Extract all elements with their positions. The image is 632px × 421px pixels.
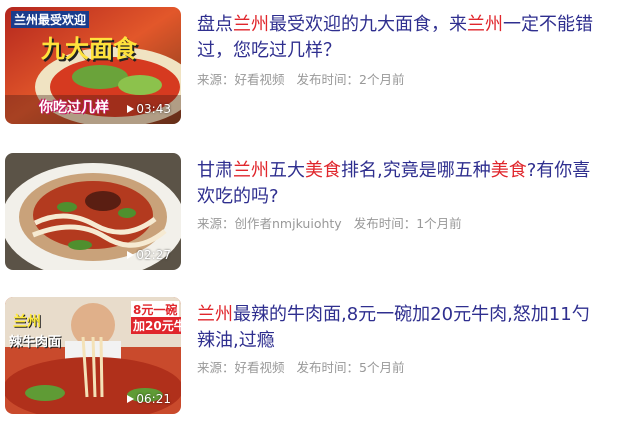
title-keyword-highlight: 兰州 — [233, 160, 269, 181]
video-thumbnail[interactable]: 兰州 辣牛肉面 8元一碗 加20元牛 06:21 — [5, 297, 181, 414]
video-result-item: 02:27 甘肃兰州五大美食排名,究竟是哪五种美食?有你喜欢吃的吗? 来源：创作… — [0, 153, 632, 271]
title-text: 盘点 — [197, 14, 233, 35]
video-meta: 来源：好看视频 发布时间：2个月前 — [197, 72, 404, 88]
play-icon — [127, 105, 135, 113]
title-keyword-highlight: 美食 — [490, 160, 527, 181]
title-keyword-highlight: 兰州 — [233, 14, 269, 35]
play-icon — [127, 395, 135, 403]
video-duration: 02:27 — [127, 248, 171, 262]
video-source: 来源：好看视频 — [197, 72, 285, 87]
thumb-caption-top: 兰州最受欢迎 — [11, 11, 90, 28]
video-publish-time: 发布时间：1个月前 — [353, 216, 462, 231]
video-publish-time: 发布时间：2个月前 — [296, 72, 405, 87]
title-text: 排名,究竟是哪五种 — [341, 160, 491, 181]
thumb-caption-right-2: 加20元牛 — [131, 317, 181, 334]
video-title-link[interactable]: 兰州最辣的牛肉面,8元一碗加20元牛肉,怒加11勺辣油,过瘾 — [197, 302, 597, 354]
video-source: 来源：好看视频 — [197, 360, 285, 375]
thumb-caption-left-2: 辣牛肉面 — [9, 335, 62, 350]
thumb-caption-main: 九大面食 — [41, 35, 137, 63]
video-publish-time: 发布时间：5个月前 — [296, 360, 405, 375]
video-result-item: 兰州 辣牛肉面 8元一碗 加20元牛 06:21 兰州最辣的牛肉面,8元一碗加2… — [0, 297, 632, 415]
video-meta: 来源：好看视频 发布时间：5个月前 — [197, 360, 404, 376]
video-result-list: 兰州最受欢迎 九大面食 你吃过几样 03:43 盘点兰州最受欢迎的九大面食，来兰… — [0, 0, 632, 421]
title-text: 甘肃 — [197, 160, 233, 181]
video-duration: 03:43 — [127, 102, 171, 116]
title-text: 最辣的牛肉面,8元一碗加20元牛肉,怒加11勺辣油,过瘾 — [197, 304, 590, 351]
video-title-link[interactable]: 盘点兰州最受欢迎的九大面食，来兰州一定不能错过，您吃过几样？ — [197, 12, 597, 64]
thumb-caption-left-1: 兰州 — [13, 314, 41, 330]
duration-text: 02:27 — [136, 248, 171, 262]
title-keyword-highlight: 兰州 — [197, 304, 233, 325]
title-keyword-highlight: 美食 — [305, 160, 341, 181]
thumb-caption-bottom: 你吃过几样 — [39, 100, 109, 116]
duration-text: 06:21 — [136, 392, 171, 406]
video-thumbnail[interactable]: 兰州最受欢迎 九大面食 你吃过几样 03:43 — [5, 7, 181, 124]
video-duration: 06:21 — [127, 392, 171, 406]
video-title-link[interactable]: 甘肃兰州五大美食排名,究竟是哪五种美食?有你喜欢吃的吗? — [197, 158, 597, 210]
video-meta: 来源：创作者nmjkuiohty 发布时间：1个月前 — [197, 216, 462, 232]
video-result-item: 兰州最受欢迎 九大面食 你吃过几样 03:43 盘点兰州最受欢迎的九大面食，来兰… — [0, 7, 632, 125]
thumb-caption-right-1: 8元一碗 — [131, 301, 180, 318]
title-text: 最受欢迎的九大面食，来 — [269, 14, 467, 35]
play-icon — [127, 251, 135, 259]
title-text: 五大 — [269, 160, 305, 181]
video-thumbnail[interactable]: 02:27 — [5, 153, 181, 270]
duration-text: 03:43 — [136, 102, 171, 116]
video-source: 来源：创作者nmjkuiohty — [197, 216, 342, 231]
title-keyword-highlight: 兰州 — [467, 14, 503, 35]
